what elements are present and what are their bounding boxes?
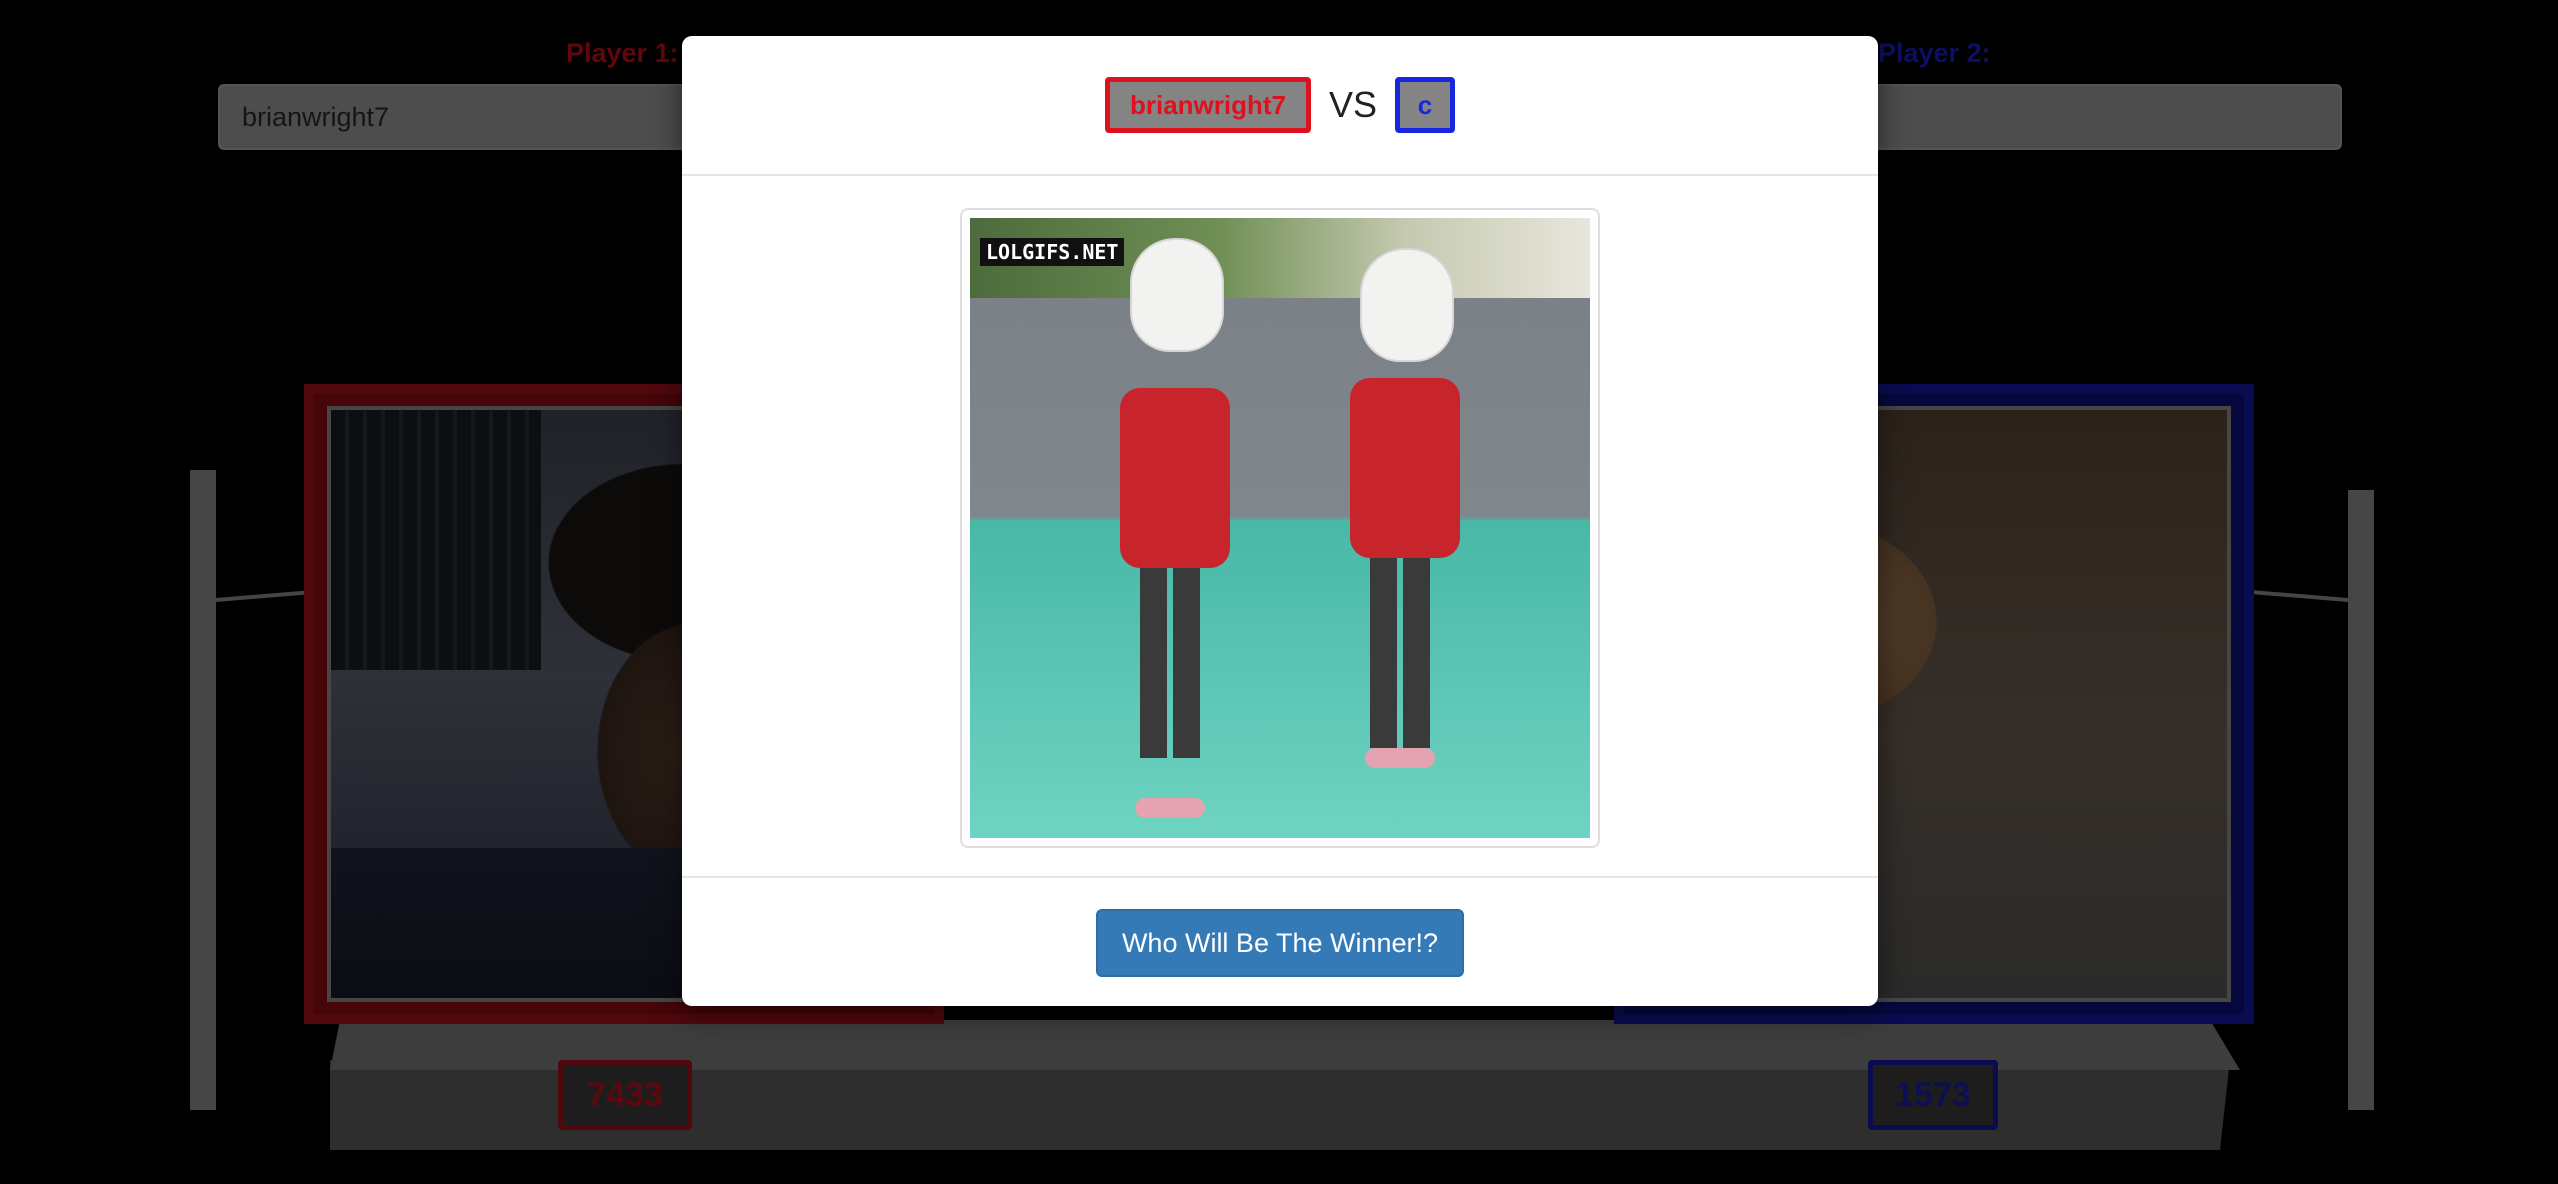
modal-header: brianwright7 VS c [682,36,1878,176]
who-will-be-winner-button[interactable]: Who Will Be The Winner!? [1095,909,1465,977]
modal-footer: Who Will Be The Winner!? [682,878,1878,1008]
battle-modal: brianwright7 VS c LOLGIFS.NET Who Will B… [682,36,1878,1006]
modal-body: LOLGIFS.NET [682,176,1878,878]
battle-gif-frame: LOLGIFS.NET [960,208,1600,848]
vs-text: VS [1328,84,1378,125]
gif-watermark: LOLGIFS.NET [980,238,1125,266]
player1-name-badge: brianwright7 [1104,77,1311,133]
battle-gif: LOLGIFS.NET [970,218,1590,838]
player2-name-badge: c [1395,77,1456,133]
